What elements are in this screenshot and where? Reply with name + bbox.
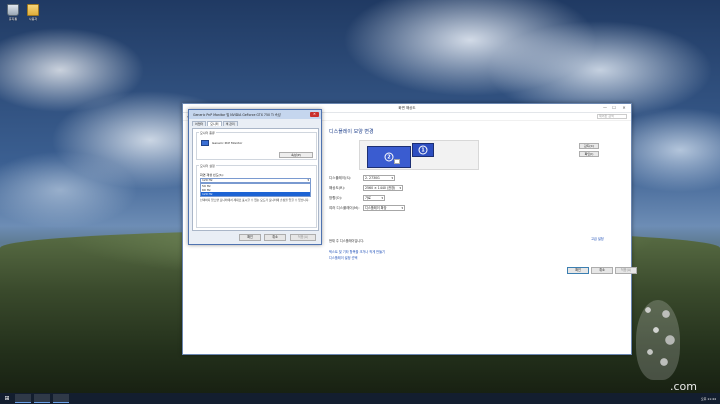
dialog-cancel-button[interactable]: 취소 [264,234,286,241]
chevron-down-icon: ▾ [399,186,401,190]
maximize-button[interactable]: ☐ [610,105,618,111]
dialog-apply-button[interactable]: 적용(A) [290,234,316,241]
refresh-rate-warning: 선택하지 않으면 모니터에서 제대로 표시할 수 없는 모드가 모니터에 손상을… [200,198,310,202]
dialog-tabs: 어댑터 모니터 색 관리 [189,121,321,126]
resolution-select-value: 2560 × 1440 (권장) [365,186,396,190]
orientation-select-value: 가로 [365,196,371,200]
apply-button[interactable]: 적용(A) [615,267,637,274]
orientation-select[interactable]: 가로 ▾ [363,195,385,201]
multiple-displays-select-value: 디스플레이 확장 [365,206,387,210]
ok-button[interactable]: 확인 [567,267,589,274]
chevron-down-icon: ▾ [307,178,309,182]
desktop-icon-user-folder[interactable]: 사용자 [22,4,44,21]
display-select[interactable]: 2. 2730G ▾ [363,175,395,181]
dialog-title: Generic PnP Monitor 및 NVIDIA GeForce GTX… [193,113,281,117]
chevron-down-icon: ▾ [401,206,403,210]
watermark-text: .com [670,380,697,393]
multiple-displays-label: 여러 디스플레이(M): [329,205,360,210]
taskbar: ⊞ 오후 11:44 [0,393,720,404]
monitor-settings-title: 모니터 설정 [199,164,216,168]
page-title: 디스플레이 모양 변경 [329,129,374,135]
detect-button[interactable]: 감지(C) [579,143,599,149]
watermark-logo [636,300,680,380]
desktop-icon-label: 사용자 [28,17,38,21]
monitor-2-number: 2 [384,152,394,162]
watermark: .com [632,300,697,393]
monitor-type-group: 모니터 종류 Generic PnP Monitor 속성(P) [196,131,317,160]
minimize-button[interactable]: — [601,105,609,111]
dialog-close-button[interactable]: ✕ [310,112,319,117]
search-input[interactable]: 제어판 검색 [597,114,627,119]
monitor-type-title: 모니터 종류 [199,131,216,135]
monitor-1-number: 1 [418,145,428,155]
text-size-link[interactable]: 텍스트 및 기타 항목을 크거나 작게 만들기 [329,249,385,254]
refresh-rate-dropdown: 59 Hz 60 Hz 120 Hz [200,183,311,197]
display-settings-link[interactable]: 디스플레이 설정 선택 [329,255,357,260]
tab-adapter[interactable]: 어댑터 [192,121,207,126]
tab-monitor[interactable]: 모니터 [207,121,222,126]
main-content: 디스플레이 모양 변경 2 1 감지(C) 확인(I) 디스플레이(S): 2.… [329,128,637,274]
refresh-rate-option-selected[interactable]: 120 Hz [201,192,310,196]
display-settings-form: 디스플레이(S): 2. 2730G ▾ 해상도(R): 2560 × 1440 … [329,174,629,214]
taskbar-item-control-panel[interactable] [53,394,69,403]
monitor-1-tile[interactable]: 1 [412,143,434,157]
recycle-bin-icon [7,4,19,16]
monitor-tab-panel: 모니터 종류 Generic PnP Monitor 속성(P) 모니터 설정 … [192,128,319,231]
chevron-down-icon: ▾ [391,176,393,180]
monitor-name: Generic PnP Monitor [212,141,243,145]
monitor-settings-group: 모니터 설정 화면 재생 빈도(S): 120 Hz ▾ 59 Hz 60 Hz… [196,164,317,228]
refresh-rate-value: 120 Hz [202,178,213,182]
close-button[interactable]: ✕ [619,105,629,111]
orientation-label: 방향(O): [329,195,343,200]
folder-icon [27,4,39,16]
cancel-button[interactable]: 취소 [591,267,613,274]
display-label: 디스플레이(S): [329,175,352,180]
tab-color-management[interactable]: 색 관리 [222,121,238,126]
dialog-ok-button[interactable]: 확인 [239,234,261,241]
window-title: 화면 해상도 [398,105,416,110]
desktop-icon-label: 휴지통 [8,17,18,21]
resolution-select[interactable]: 2560 × 1440 (권장) ▾ [363,185,403,191]
chevron-down-icon: ▾ [381,196,383,200]
identify-button[interactable]: 확인(I) [579,151,599,157]
monitor-properties-dialog: Generic PnP Monitor 및 NVIDIA GeForce GTX… [188,109,322,245]
start-button[interactable]: ⊞ [2,394,12,403]
desktop-icon-recycle-bin[interactable]: 휴지통 [2,4,24,21]
refresh-rate-label: 화면 재생 빈도(S): [200,173,224,177]
tray-clock[interactable]: 오후 11:44 [701,397,716,401]
monitor-2-tile[interactable]: 2 [367,146,411,168]
multiple-displays-select[interactable]: 디스플레이 확장 ▾ [363,205,405,211]
taskbar-item-explorer[interactable] [15,394,31,403]
taskbar-item-internet-explorer[interactable] [34,394,50,403]
taskbar-thumbnail-icon [394,159,400,164]
resolution-label: 해상도(R): [329,185,346,190]
dialog-titlebar[interactable]: Generic PnP Monitor 및 NVIDIA GeForce GTX… [189,110,321,119]
monitor-icon [201,140,209,146]
display-select-value: 2. 2730G [365,176,380,180]
current-display-text: 현재 주 디스플레이입니다. [329,239,365,243]
advanced-settings-link[interactable]: 고급 설정 [591,236,604,241]
monitor-properties-button[interactable]: 속성(P) [279,152,313,158]
display-preview: 2 1 [359,140,479,170]
